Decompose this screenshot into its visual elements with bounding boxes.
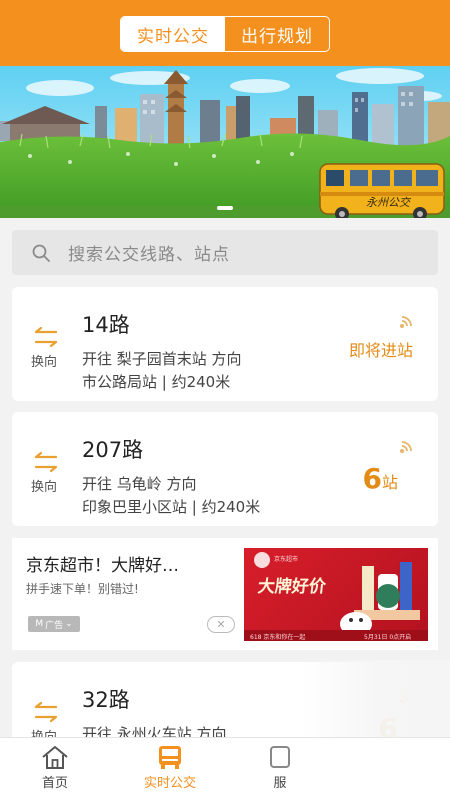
tab-realtime[interactable]: 实时公交 [115, 738, 225, 791]
route-direction: 开往 乌龟岭 方向 [82, 475, 197, 493]
realtime-signal-icon [400, 691, 412, 703]
tab-home-label: 首页 [41, 776, 68, 791]
ad-logo-icon: M [35, 619, 44, 629]
arrival-status: 即将进站 [348, 341, 413, 360]
swap-direction-button[interactable]: 换向 [31, 452, 61, 495]
bus-route-card[interactable]: 换向 14路 开往 梨子园首末站 方向 市公路局站 | 约240米 即将进站 [12, 287, 438, 401]
ad-subtitle: 拼手速下单！别错过! [26, 582, 139, 596]
ad-image-date: 5月31日 0点开启 [364, 634, 412, 641]
tab-service-label: 服 [273, 776, 287, 791]
ad-image-brand: 京东超市 [274, 556, 299, 563]
ad-badge[interactable]: M 广告 ⌄ [28, 616, 80, 632]
ad-image-caption: 618 京东和你在一起 [250, 634, 306, 641]
banner-carousel[interactable]: 永州公交 [0, 66, 450, 218]
ad-card[interactable]: 京东超市！大牌好… 拼手速下单！别错过! M 广告 ⌄ ✕ 京东超市 大牌好价 61… [12, 538, 438, 650]
top-header: 实时公交 出行规划 [0, 0, 450, 66]
tab-realtime-label: 实时公交 [143, 776, 196, 791]
search-placeholder: 搜索公交线路、站点 [68, 245, 230, 265]
tab-service[interactable]: 服 [225, 738, 335, 791]
stops-unit: 站 [381, 473, 398, 492]
home-icon [42, 746, 68, 769]
bottom-tab-bar: 首页 实时公交 服 [0, 737, 450, 800]
swap-label: 换向 [30, 355, 57, 370]
tab-home[interactable]: 首页 [0, 738, 110, 791]
mode-switch: 实时公交 出行规划 [120, 16, 330, 52]
tab-realtime-bus[interactable]: 实时公交 [121, 17, 225, 51]
svg-text:永州公交: 永州公交 [366, 196, 412, 209]
realtime-signal-icon [400, 316, 412, 328]
bus-icon [159, 746, 181, 769]
search-bar[interactable]: 搜索公交线路、站点 [12, 230, 438, 275]
chevron-down-icon: ⌄ [65, 619, 73, 629]
nearest-station: 市公路局站 | 约240米 [82, 373, 231, 391]
swap-arrows-icon [34, 327, 58, 347]
route-direction: 开往 梨子园首末站 方向 [82, 350, 242, 368]
tab-trip-planning[interactable]: 出行规划 [225, 17, 329, 51]
nearest-station: 印象巴里小区站 | 约240米 [82, 498, 261, 516]
bus-route-card[interactable]: 换向 207路 开往 乌龟岭 方向 印象巴里小区站 | 约240米 6站 [12, 412, 438, 526]
swap-label: 换向 [30, 480, 57, 495]
stops-count: 6 [362, 462, 382, 495]
ad-image-title: 大牌好价 [256, 577, 327, 597]
ad-title: 京东超市！大牌好… [26, 556, 179, 576]
close-icon: ✕ [216, 618, 226, 631]
swap-arrows-icon [34, 702, 58, 722]
service-icon [270, 746, 290, 768]
ad-image[interactable]: 京东超市 大牌好价 618 京东和你在一起 5月31日 0点开启 [244, 548, 428, 641]
carousel-indicator [217, 206, 233, 210]
search-icon [32, 244, 50, 262]
swap-direction-button[interactable]: 换向 [31, 327, 61, 370]
stops-away: 6站 [363, 462, 399, 495]
ad-badge-label: 广告 [45, 620, 64, 631]
bus-illustration: 永州公交 [319, 163, 445, 218]
banner-city-illustration: 永州公交 [0, 66, 450, 218]
route-number: 207路 [82, 438, 144, 462]
ad-close-button[interactable]: ✕ [207, 616, 235, 633]
route-number: 14路 [82, 313, 130, 337]
realtime-signal-icon [400, 441, 412, 453]
route-number: 32路 [82, 688, 130, 712]
swap-arrows-icon [34, 452, 58, 472]
